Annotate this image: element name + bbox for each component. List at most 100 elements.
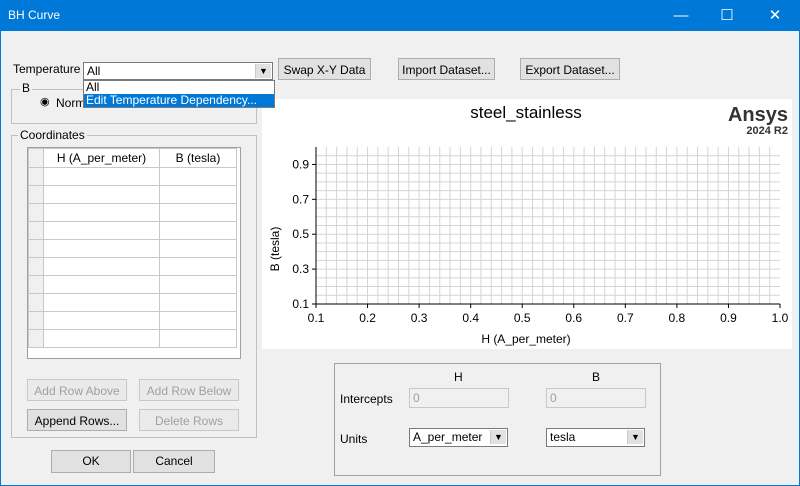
table-cell[interactable] [159,257,237,276]
temperature-combo[interactable]: All ▼ [83,62,273,80]
row-header-cell[interactable] [28,167,44,186]
chevron-down-icon[interactable]: ▼ [627,430,643,444]
intercepts-label: Intercepts [340,392,393,406]
coordinates-table-container[interactable]: H (A_per_meter) B (tesla) [27,147,241,359]
table-row[interactable] [28,311,237,330]
table-cell[interactable] [159,293,237,312]
chart-axes: 0.1 0.2 0.3 0.4 0.5 0.6 0.7 0.8 0.9 1.0 0.1 0.3 0.5 0… [292,147,789,325]
x-tick-label: 0.1 [308,311,325,325]
table-row[interactable] [28,203,237,222]
table-cell[interactable] [159,311,237,330]
table-cell[interactable] [159,275,237,294]
table-row[interactable] [28,257,237,276]
chevron-down-icon[interactable]: ▼ [490,430,506,444]
y-tick-label: 0.7 [292,192,309,206]
x-tick-label: 0.8 [669,311,686,325]
b-column-header: B [592,370,601,384]
table-cell[interactable] [43,275,160,294]
ansys-version: 2024 R2 [746,125,788,137]
unit-b-select[interactable]: tesla ▼ [546,428,645,447]
chart-grid [316,147,780,304]
close-button[interactable]: ✕ [752,0,798,31]
unit-h-select[interactable]: A_per_meter ▼ [409,428,508,447]
table-cell[interactable] [159,221,237,240]
coordinates-table[interactable]: H (A_per_meter) B (tesla) [28,148,237,348]
table-cell[interactable] [43,257,160,276]
coordinates-label: Coordinates [18,128,87,142]
ansys-logo: Ansys [728,104,788,126]
row-header-cell[interactable] [28,185,44,204]
table-cell[interactable] [43,203,160,222]
y-tick-label: 0.5 [292,227,309,241]
table-cell[interactable] [43,239,160,258]
table-cell[interactable] [43,311,160,330]
row-header-cell[interactable] [28,275,44,294]
delete-rows-button[interactable]: Delete Rows [139,409,239,431]
chart-svg: steel_stainless Ansys 2024 R2 H (A_per_m… [268,103,789,346]
table-cell[interactable] [159,167,237,186]
h-column-header: H [454,370,463,384]
units-label: Units [340,432,368,446]
intercept-h-value: 0 [413,391,420,405]
table-cell[interactable] [159,203,237,222]
x-tick-label: 1.0 [772,311,789,325]
unit-b-value: tesla [550,430,576,444]
maximize-button[interactable]: ☐ [704,0,750,31]
table-cell[interactable] [43,185,160,204]
b-group-label: B [20,81,33,95]
row-header-cell[interactable] [28,293,44,312]
y-axis-label: B (tesla) [268,227,282,272]
table-cell[interactable] [159,329,237,348]
temperature-value: All [87,64,101,78]
x-tick-label: 0.4 [462,311,479,325]
chevron-down-icon[interactable]: ▼ [255,64,271,78]
x-tick-label: 0.6 [565,311,582,325]
x-tick-label: 0.7 [617,311,634,325]
corner-cell[interactable] [28,148,44,168]
x-tick-label: 0.5 [514,311,531,325]
table-cell[interactable] [43,167,160,186]
table-cell[interactable] [159,239,237,258]
row-header-cell[interactable] [28,221,44,240]
parameters-group [334,363,661,476]
x-tick-label: 0.9 [720,311,737,325]
b-radio-label: Norm [56,96,86,110]
minimize-button[interactable]: — [658,0,704,31]
intercept-h-field[interactable]: 0 [409,388,509,408]
import-dataset-button[interactable]: Import Dataset... [398,58,495,80]
bh-chart: steel_stainless Ansys 2024 R2 H (A_per_m… [262,99,792,349]
append-rows-button[interactable]: Append Rows... [27,409,127,431]
column-header-b[interactable]: B (tesla) [159,148,237,168]
table-cell[interactable] [43,221,160,240]
temperature-dropdown-list: All Edit Temperature Dependency... [83,80,275,108]
cancel-button[interactable]: Cancel [133,450,215,473]
row-header-cell[interactable] [28,311,44,330]
row-header-cell[interactable] [28,239,44,258]
x-tick-label: 0.2 [359,311,376,325]
row-header-cell[interactable] [28,329,44,348]
table-row[interactable] [28,221,237,240]
radio-selected-icon[interactable]: ◉ [40,95,50,108]
dropdown-option-edit-temperature[interactable]: Edit Temperature Dependency... [84,94,274,107]
table-cell[interactable] [43,293,160,312]
add-row-below-button[interactable]: Add Row Below [139,379,239,401]
export-dataset-button[interactable]: Export Dataset... [520,58,620,80]
swap-xy-button[interactable]: Swap X-Y Data [278,58,371,80]
chart-title: steel_stainless [470,103,582,122]
table-row[interactable] [28,167,237,186]
table-cell[interactable] [159,185,237,204]
table-row[interactable] [28,293,237,312]
column-header-h[interactable]: H (A_per_meter) [43,148,160,168]
x-tick-label: 0.3 [411,311,428,325]
intercept-b-field[interactable]: 0 [546,388,646,408]
row-header-cell[interactable] [28,203,44,222]
table-row[interactable] [28,239,237,258]
add-row-above-button[interactable]: Add Row Above [27,379,127,401]
table-cell[interactable] [43,329,160,348]
table-row[interactable] [28,329,237,348]
y-tick-label: 0.3 [292,262,309,276]
table-row[interactable] [28,275,237,294]
row-header-cell[interactable] [28,257,44,276]
table-row[interactable] [28,185,237,204]
ok-button[interactable]: OK [51,450,131,473]
